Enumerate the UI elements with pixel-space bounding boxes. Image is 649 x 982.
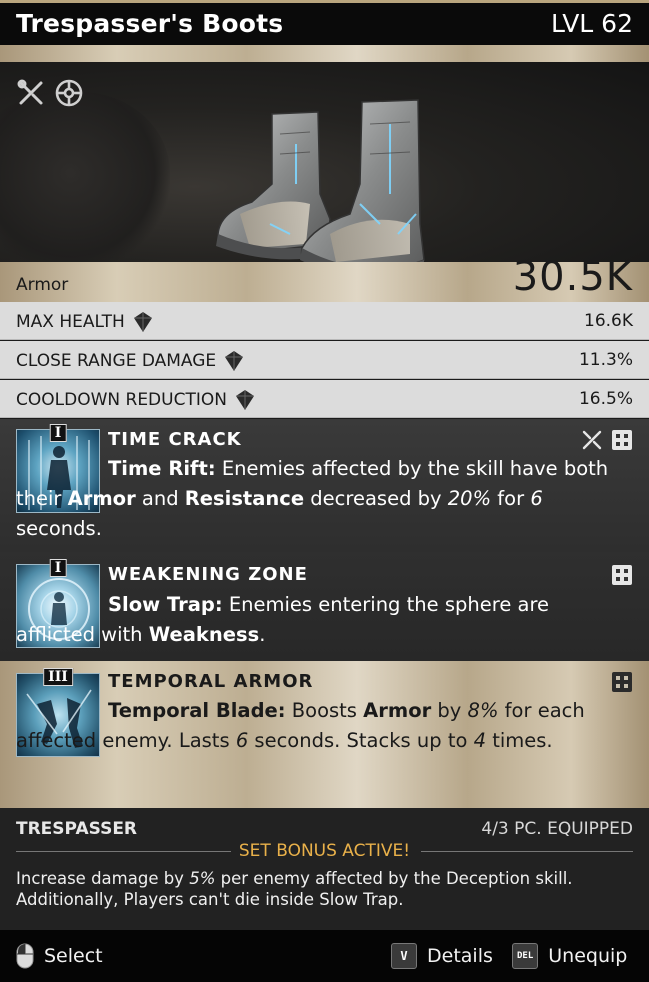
- select-label: Select: [44, 945, 103, 967]
- perk-description: Time Rift: Enemies affected by the skill…: [16, 457, 609, 540]
- slot-grid-icon: [612, 672, 632, 692]
- gem-icon: [225, 351, 244, 371]
- stat-row: CLOSE RANGE DAMAGE 11.3%: [0, 341, 649, 379]
- stat-value: 11.3%: [578, 350, 633, 370]
- perk-description: Slow Trap: Enemies entering the sphere a…: [16, 593, 550, 646]
- item-name: Trespasser's Boots: [16, 9, 284, 38]
- key-del: DEL: [512, 943, 539, 969]
- perk-title: TEMPORAL ARMOR: [108, 671, 314, 692]
- mouse-icon: [16, 943, 34, 969]
- item-header: Trespasser's Boots LVL 62: [0, 0, 649, 46]
- perk-weakening-zone: I WEAKENING ZONE Slow Trap: Enemies ente…: [0, 552, 649, 661]
- unequip-label: Unequip: [548, 945, 628, 967]
- set-bonus-description: Increase damage by 5% per enemy affected…: [16, 869, 573, 909]
- set-name: TRESPASSER: [16, 819, 138, 839]
- item-level: LVL 62: [551, 9, 633, 38]
- perk-tier: III: [43, 668, 73, 686]
- stat-name: COOLDOWN REDUCTION: [16, 390, 227, 410]
- unequip-action[interactable]: DEL Unequip: [512, 943, 627, 969]
- slot-grid-icon: [612, 430, 632, 450]
- perk-tier: I: [49, 559, 67, 577]
- stat-row: MAX HEALTH 16.6K: [0, 302, 649, 340]
- gem-icon: [235, 390, 254, 410]
- details-action[interactable]: V Details: [391, 943, 493, 969]
- boots-image: [216, 99, 425, 270]
- mod-tools-icon: [17, 79, 43, 105]
- slot-grid-icon: [612, 565, 632, 585]
- skull-background: [0, 92, 170, 270]
- stat-name: MAX HEALTH: [16, 312, 125, 332]
- perk-title: TIME CRACK: [108, 429, 242, 450]
- gem-icon: [133, 312, 152, 332]
- set-bonus-status: SET BONUS ACTIVE!: [0, 841, 649, 861]
- perk-time-crack: I TIME CRACK Time Rift: Enemies affected…: [0, 419, 649, 552]
- armor-value: 30.5K: [512, 254, 633, 300]
- stat-value: 16.6K: [584, 311, 633, 331]
- stat-value: 16.5%: [578, 389, 633, 409]
- footer-controls: Select V Details DEL Unequip: [0, 930, 649, 982]
- crosshair-icon: [55, 79, 83, 107]
- item-preview: [0, 62, 649, 270]
- item-tooltip-card: Trespasser's Boots LVL 62 Armor 30.5K MA…: [0, 0, 649, 982]
- set-bonus-active-label: SET BONUS ACTIVE!: [238, 841, 411, 861]
- stat-name: CLOSE RANGE DAMAGE: [16, 351, 217, 371]
- set-count: 4/3 PC. EQUIPPED: [481, 819, 633, 839]
- perk-description: Temporal Blade: Boosts Armor by 8% for e…: [16, 699, 585, 752]
- details-label: Details: [427, 945, 493, 967]
- select-action[interactable]: Select: [16, 943, 103, 969]
- stat-row: COOLDOWN REDUCTION 16.5%: [0, 380, 649, 418]
- mod-tools-icon: [582, 430, 602, 450]
- item-flags: [16, 78, 84, 108]
- perk-temporal-armor: III TEMPORAL ARMOR Temporal Blade: Boost…: [0, 661, 649, 808]
- perk-tier: I: [49, 424, 67, 442]
- armor-value-strip: Armor 30.5K: [0, 254, 649, 302]
- perk-title: WEAKENING ZONE: [108, 564, 308, 585]
- item-type: Armor: [16, 275, 69, 295]
- key-v: V: [391, 943, 417, 969]
- set-bonus-panel: TRESPASSER 4/3 PC. EQUIPPED SET BONUS AC…: [0, 808, 649, 930]
